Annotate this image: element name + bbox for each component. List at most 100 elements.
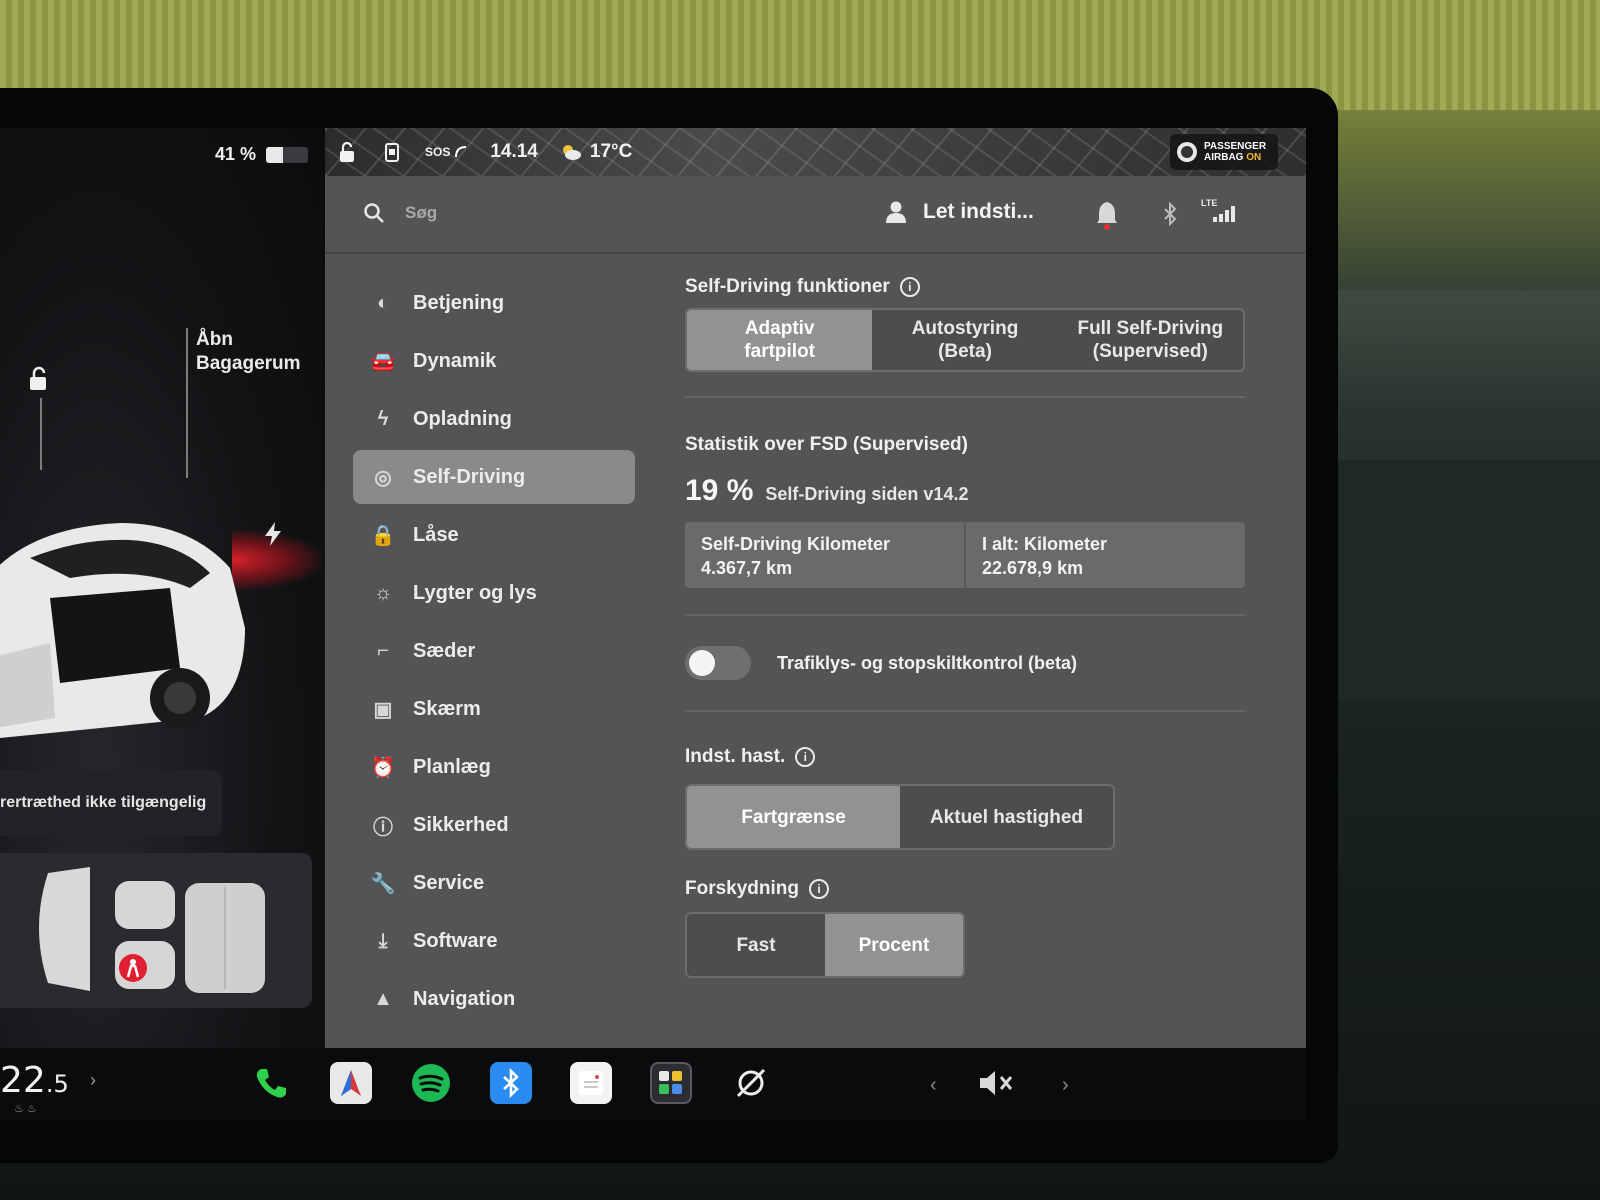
option-label-line2: fartpilot bbox=[744, 341, 816, 362]
bluetooth-icon[interactable] bbox=[490, 1062, 532, 1104]
search-placeholder: Søg bbox=[405, 203, 438, 222]
sidebar-item-self-driving[interactable]: ◎ Self-Driving bbox=[353, 450, 635, 504]
sidebar-item-planlæg[interactable]: ⏰ Planlæg bbox=[353, 740, 635, 794]
sidebar-item-lygter-og-lys[interactable]: ☼ Lygter og lys bbox=[353, 566, 635, 620]
cabin-temp-decimal: .5 bbox=[45, 1070, 69, 1098]
stats-table: Self-Driving Kilometer 4.367,7 km I alt: K… bbox=[685, 522, 1245, 588]
traffic-light-setting: Trafiklys- og stopskiltkontrol (beta) bbox=[685, 646, 1245, 680]
toggle-knob bbox=[689, 650, 715, 676]
stat-cell: I alt: Kilometer 22.678,9 km bbox=[964, 522, 1245, 588]
sidebar-item-skærm[interactable]: ▣ Skærm bbox=[353, 682, 635, 736]
sidebar-item-label: Opladning bbox=[413, 407, 512, 430]
sun-icon: ☼ bbox=[373, 581, 393, 604]
traffic-light-toggle[interactable] bbox=[685, 646, 751, 680]
touchscreen: 41 % Åbn Bagagerum rertræthed ikke tilgæ… bbox=[0, 128, 1306, 1120]
volume-muted-icon[interactable] bbox=[976, 1062, 1018, 1104]
airbag-line1: PASSENGER bbox=[1204, 141, 1267, 152]
spotify-icon[interactable] bbox=[410, 1062, 452, 1104]
sidebar-item-label: Låse bbox=[413, 523, 459, 546]
feature-option-button[interactable]: Adaptiv fartpilot bbox=[687, 310, 873, 370]
bottom-dock: 22.5 › ♨ ♨ ‹ › bbox=[0, 1048, 1306, 1120]
battery-icon bbox=[266, 146, 309, 163]
sidebar-item-sæder[interactable]: ⌐ Sæder bbox=[353, 624, 635, 678]
sidebar-item-label: Skærm bbox=[413, 697, 481, 720]
stat-label: I alt: Kilometer bbox=[982, 534, 1108, 554]
settings-nav: ◐ Betjening 🚘 Dynamik ϟ Opladning ◎ Self-Drivin… bbox=[353, 276, 635, 1030]
seat-heat-icon[interactable]: ♨ ♨ bbox=[14, 1102, 37, 1115]
option-label: Fartgrænse bbox=[741, 806, 846, 828]
cabin-temperature-control[interactable]: 22.5 bbox=[0, 1060, 69, 1101]
speed-title-text: Indst. hast. bbox=[685, 746, 786, 767]
open-trunk-button[interactable]: Åbn Bagagerum bbox=[196, 328, 301, 376]
divider bbox=[685, 710, 1245, 712]
option-label: Aktuel hastighed bbox=[929, 806, 1084, 828]
battery-status: 41 % bbox=[215, 144, 309, 165]
charge-port-icon[interactable] bbox=[262, 521, 284, 547]
car-visualization-panel: 41 % Åbn Bagagerum rertræthed ikke tilgæ… bbox=[0, 128, 325, 1048]
profile-icon bbox=[886, 201, 906, 223]
guide-line bbox=[40, 398, 42, 470]
notification-bell-icon[interactable] bbox=[1095, 200, 1119, 230]
notice-text: rertræthed ikke tilgængelig bbox=[0, 794, 207, 811]
sidebar-item-låse[interactable]: 🔒 Låse bbox=[353, 508, 635, 562]
driver-profile-button[interactable]: Let indsti... bbox=[885, 200, 1034, 224]
stat-label: Self-Driving Kilometer bbox=[701, 534, 891, 554]
self-driving-settings: Self-Driving funktioner i Adaptiv fartpil… bbox=[685, 276, 1245, 978]
clock: 14.14 bbox=[490, 141, 538, 162]
option-label-line2: (Supervised) bbox=[1092, 341, 1208, 362]
calendar-icon[interactable] bbox=[570, 1062, 612, 1104]
sidebar-item-software[interactable]: ⤓ Software bbox=[353, 914, 635, 968]
stat-cell: Self-Driving Kilometer 4.367,7 km bbox=[685, 522, 964, 588]
settings-topbar: Søg Let indsti... LTE bbox=[325, 176, 1306, 254]
volume-down-chevron-icon[interactable]: ‹ bbox=[930, 1074, 937, 1097]
info-icon[interactable]: i bbox=[899, 277, 920, 297]
temp-increase-chevron-icon[interactable]: › bbox=[90, 1070, 96, 1091]
trunk-label-line2: Bagagerum bbox=[196, 353, 301, 374]
info-icon[interactable]: i bbox=[795, 747, 816, 767]
offset-title-text: Forskydning bbox=[685, 878, 800, 899]
app-launcher-icon[interactable] bbox=[650, 1062, 692, 1104]
battery-percent: 41 % bbox=[215, 144, 257, 164]
search-field[interactable]: Søg bbox=[363, 202, 437, 224]
seat-occupancy-card[interactable] bbox=[0, 853, 312, 1008]
guide-line bbox=[186, 328, 188, 478]
sidebar-item-sikkerhed[interactable]: ⓘ Sikkerhed bbox=[353, 798, 635, 852]
camera-off-icon[interactable] bbox=[730, 1062, 772, 1104]
offset-option-button[interactable]: Procent bbox=[825, 914, 963, 976]
sidebar-item-navigation[interactable]: ▲ Navigation bbox=[353, 972, 635, 1026]
sidebar-item-service[interactable]: 🔧 Service bbox=[353, 856, 635, 910]
unlock-icon[interactable] bbox=[337, 141, 359, 163]
unlock-icon[interactable] bbox=[26, 366, 52, 392]
option-label-line1: Full Self-Driving bbox=[1077, 318, 1224, 339]
offset-selector: Fast Procent bbox=[685, 912, 965, 978]
info-icon[interactable]: i bbox=[809, 879, 830, 899]
sentry-icon[interactable] bbox=[381, 141, 403, 163]
bluetooth-icon[interactable] bbox=[1161, 202, 1179, 226]
signal-bars-icon bbox=[1213, 206, 1235, 222]
feature-option-button[interactable]: Autostyring (Beta) bbox=[872, 310, 1057, 370]
feature-option-button[interactable]: Full Self-Driving (Supervised) bbox=[1058, 310, 1243, 370]
speed-option-button[interactable]: Aktuel hastighed bbox=[900, 786, 1113, 848]
alarm-clock-icon: ⏰ bbox=[370, 756, 396, 779]
wrench-icon: 🔧 bbox=[370, 872, 396, 895]
sidebar-item-betjening[interactable]: ◐ Betjening bbox=[353, 276, 635, 330]
sidebar-item-dynamik[interactable]: 🚘 Dynamik bbox=[353, 334, 635, 388]
speed-option-button[interactable]: Fartgrænse bbox=[687, 786, 900, 848]
settings-panel: Søg Let indsti... LTE ◐ Betjening 🚘 Dyna… bbox=[325, 176, 1306, 1048]
stats-title-text: Statistik over FSD (Supervised) bbox=[685, 434, 968, 455]
dashboard-trim-lower bbox=[1330, 460, 1600, 700]
stat-value: 22.678,9 km bbox=[982, 558, 1084, 578]
outside-temperature: 17°C bbox=[589, 141, 633, 162]
option-label-line1: Adaptiv bbox=[744, 318, 815, 339]
navigation-app-icon[interactable] bbox=[330, 1062, 372, 1104]
sidebar-item-label: Sikkerhed bbox=[413, 813, 509, 836]
alert-circle-icon: ⓘ bbox=[373, 816, 393, 839]
sidebar-item-label: Lygter og lys bbox=[413, 581, 537, 604]
lock-icon: 🔒 bbox=[370, 524, 396, 547]
volume-up-chevron-icon[interactable]: › bbox=[1062, 1074, 1069, 1097]
offset-option-button[interactable]: Fast bbox=[687, 914, 825, 976]
notice-banner: rertræthed ikke tilgængelig bbox=[0, 770, 222, 836]
sidebar-item-opladning[interactable]: ϟ Opladning bbox=[353, 392, 635, 446]
phone-icon[interactable] bbox=[250, 1062, 292, 1104]
option-label: Fast bbox=[736, 934, 776, 956]
